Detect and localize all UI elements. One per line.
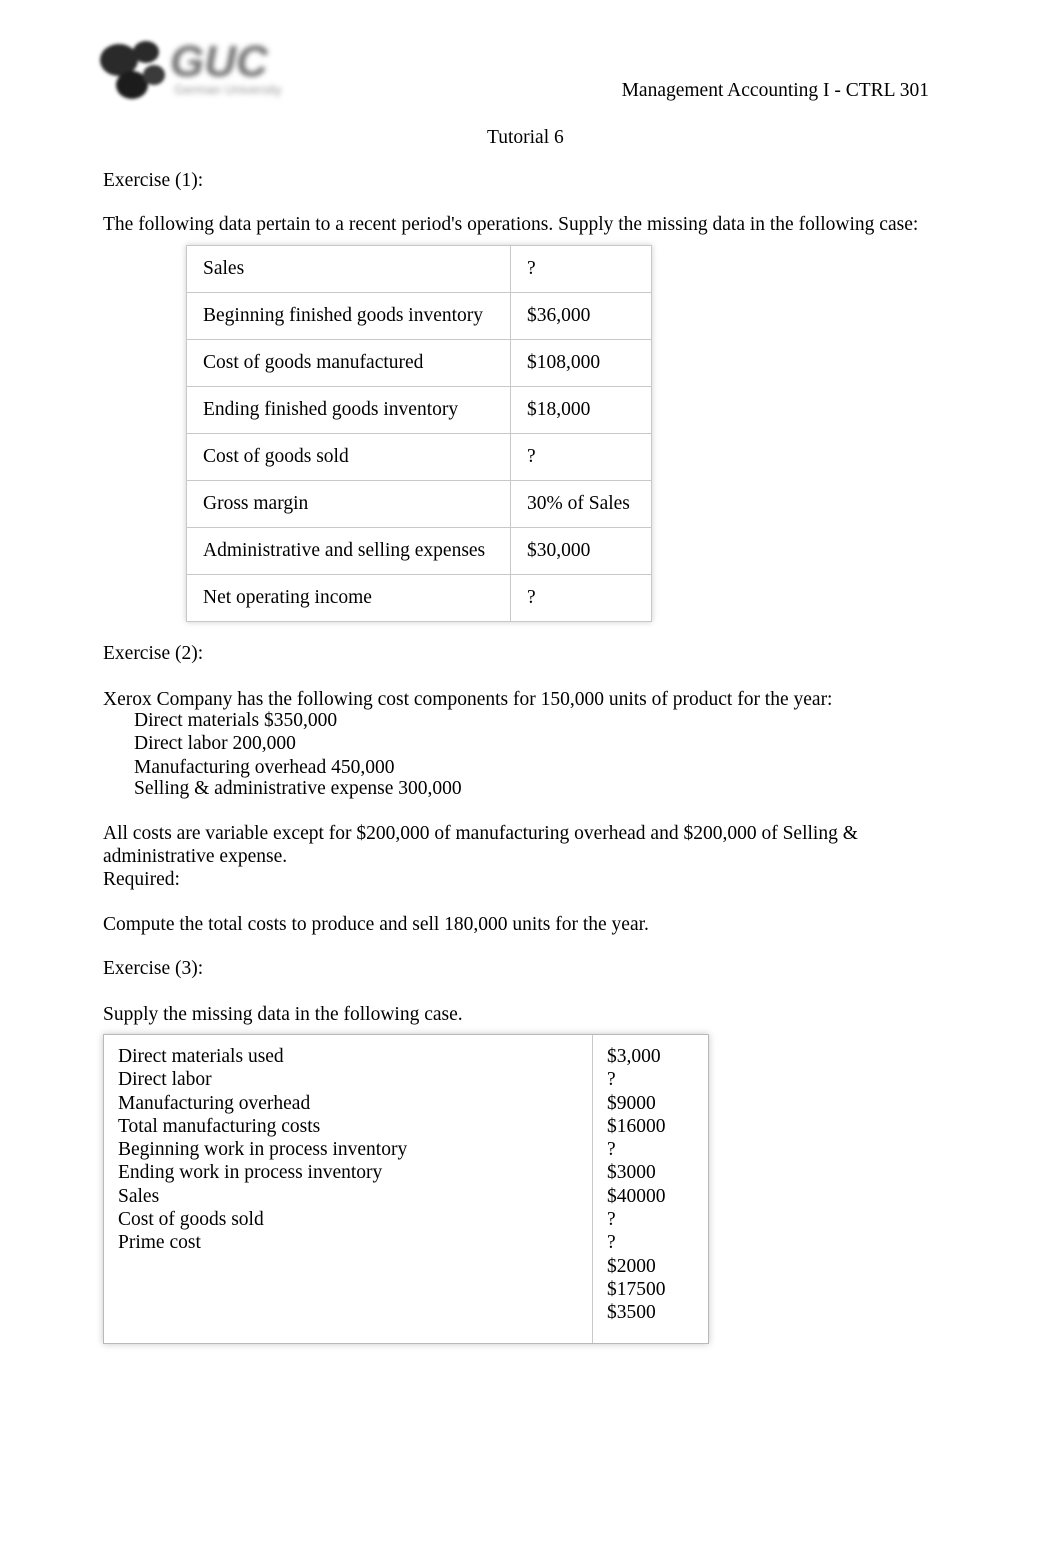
table-row: Net operating income ?: [186, 574, 652, 622]
list-item-value: ?: [607, 1232, 616, 1254]
exercise-2-label: Exercise (2):: [103, 643, 204, 664]
exercise-3-label: Exercise (3):: [103, 958, 204, 979]
table-cell-value: $36,000: [510, 292, 652, 340]
table-cell-value: $30,000: [510, 527, 652, 575]
list-item: Sales: [118, 1185, 160, 1207]
list-item-value: $40000: [607, 1185, 666, 1207]
table-cell-value: $18,000: [510, 386, 652, 434]
table-row: Administrative and selling expenses $30,…: [186, 527, 652, 575]
table-row: Sales ?: [186, 245, 652, 293]
list-item-value: $3500: [607, 1302, 656, 1324]
exercise-2-intro: Xerox Company has the following cost com…: [103, 689, 833, 710]
required-label: Required:: [103, 869, 180, 890]
list-item: Beginning work in process inventory: [118, 1139, 408, 1161]
table-cell-value: ?: [510, 574, 652, 622]
table-cell-value: $108,000: [510, 339, 652, 387]
table-cell-item: Administrative and selling expenses: [186, 527, 511, 575]
list-item-value: $3,000: [607, 1046, 661, 1067]
exercise-2-note-line-2: administrative expense.: [103, 846, 288, 867]
required-text: Compute the total costs to produce and s…: [103, 914, 649, 935]
list-item-value: ?: [607, 1069, 616, 1091]
exercise-2-cost-line-4: Selling & administrative expense 300,000: [134, 778, 462, 799]
exercise-2-note-line-1: All costs are variable except for $200,0…: [103, 823, 858, 844]
exercise-1-label: Exercise (1):: [103, 170, 204, 191]
table-cell-value: ?: [510, 245, 652, 293]
exercise-1-intro: The following data pertain to a recent p…: [103, 214, 919, 235]
table-cell-item: Gross margin: [186, 480, 511, 528]
guc-logo: GUC German University: [92, 30, 307, 108]
list-item: Manufacturing overhead: [118, 1092, 311, 1114]
exercise-3-values-cell: $3,000 ? $9000 $16000 ? $3000 $40000 ? ?…: [593, 1035, 710, 1343]
table-row: Cost of goods manufactured $108,000: [186, 339, 652, 387]
table-cell-item: Ending finished goods inventory: [186, 386, 511, 434]
table-cell-item: Cost of goods sold: [186, 433, 511, 481]
table-cell-item: Cost of goods manufactured: [186, 339, 511, 387]
list-item: Direct materials used: [118, 1046, 284, 1067]
list-item-value: ?: [607, 1139, 616, 1161]
table-cell-value: ?: [510, 433, 652, 481]
list-item: Direct labor: [118, 1069, 212, 1091]
list-item: Cost of goods sold: [118, 1209, 264, 1231]
list-item-value: $17500: [607, 1278, 666, 1300]
list-item: Ending work in process inventory: [118, 1162, 383, 1184]
table-row: Ending finished goods inventory $18,000: [186, 386, 652, 434]
table-row: Gross margin 30% of Sales: [186, 480, 652, 528]
list-item-value: $2000: [607, 1255, 656, 1277]
list-item: Prime cost: [118, 1232, 201, 1254]
table-cell-item: Sales: [186, 245, 511, 293]
list-item: Total manufacturing costs: [118, 1115, 321, 1137]
exercise-3-table: Direct materials used Direct labor Manuf…: [103, 1034, 709, 1344]
document-page: GUC German University Management Account…: [0, 0, 1062, 1561]
table-cell-value: 30% of Sales: [510, 480, 652, 528]
table-cell-item: Net operating income: [186, 574, 511, 622]
exercise-3-items-cell: Direct materials used Direct labor Manuf…: [104, 1035, 593, 1343]
list-item-value: $16000: [607, 1115, 666, 1137]
exercise-2-cost-line-2: Direct labor 200,000: [134, 733, 296, 754]
table-row: Beginning finished goods inventory $36,0…: [186, 292, 652, 340]
exercise-1-table: Sales ? Beginning finished goods invento…: [186, 245, 652, 622]
list-item-value: $3000: [607, 1162, 656, 1184]
course-title: Management Accounting I - CTRL 301: [621, 80, 929, 101]
svg-text:German University: German University: [174, 82, 282, 97]
list-item-value: $9000: [607, 1092, 656, 1114]
tutorial-title: Tutorial 6: [487, 127, 564, 148]
exercise-3-intro: Supply the missing data in the following…: [103, 1004, 463, 1025]
exercise-2-cost-line-3: Manufacturing overhead 450,000: [134, 757, 395, 778]
svg-text:GUC: GUC: [170, 37, 269, 86]
exercise-2-cost-line-1: Direct materials $350,000: [134, 710, 338, 731]
table-cell-item: Beginning finished goods inventory: [186, 292, 511, 340]
list-item-value: ?: [607, 1209, 616, 1231]
table-row: Cost of goods sold ?: [186, 433, 652, 481]
